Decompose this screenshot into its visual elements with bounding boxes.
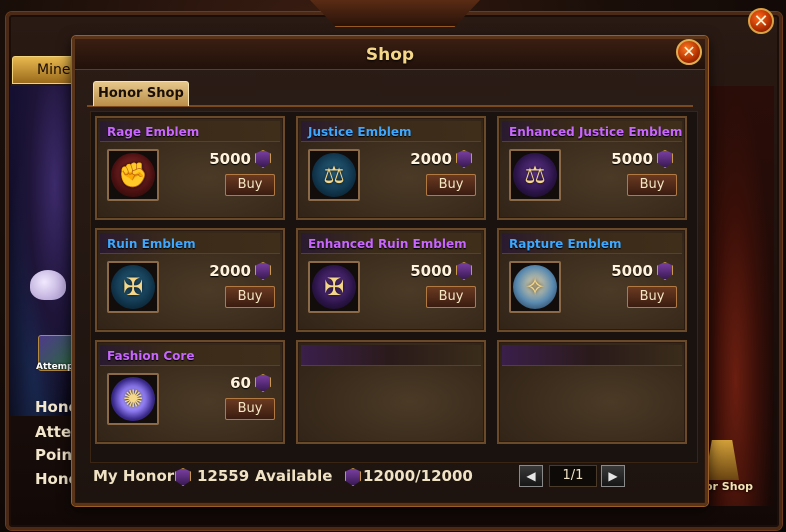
shop-item-card: Fashion Core ✺ 60 Buy [95,340,285,444]
tab-row: Honor Shop [87,77,693,107]
buy-button[interactable]: Buy [627,286,677,308]
item-icon-frame[interactable]: ✠ [107,261,159,313]
tab-honor-shop[interactable]: Honor Shop [93,81,189,106]
my-honor-value: 12559 [197,467,250,485]
item-icon-frame[interactable]: ✠ [308,261,360,313]
available-value: 12000/12000 [363,467,473,485]
item-price: 2000 [209,262,251,280]
item-name: Rapture Emblem [509,237,622,251]
honor-currency-icon [345,468,361,486]
shop-title: Shop [365,45,415,65]
honor-currency-icon [255,150,271,168]
item-icon-background: ✧ [513,265,557,309]
item-price: 5000 [209,150,251,168]
honor-currency-icon [657,262,673,280]
honor-currency-icon [255,262,271,280]
background-label-points: Poin [35,446,73,464]
item-icon-background: ✊ [111,153,155,197]
fashion-core-icon: ✺ [122,385,144,413]
page-prev-button[interactable]: ◀ [519,465,543,487]
shop-item-card: Enhanced Ruin Emblem ✠ 5000 Buy [296,228,486,332]
item-icon-background: ✺ [111,377,155,421]
buy-button[interactable]: Buy [225,174,275,196]
item-icon-frame[interactable]: ✺ [107,373,159,425]
rapture-emblem-icon: ✧ [524,273,546,301]
item-icon-frame[interactable]: ⚖ [308,149,360,201]
item-icon-background: ⚖ [513,153,557,197]
item-price: 60 [230,374,251,392]
shop-close-button[interactable]: ✕ [676,39,702,65]
buy-button[interactable]: Buy [225,398,275,420]
shop-footer: My Honor 12559 Available 12000/12000 ◀ 1… [93,461,693,491]
page-next-button[interactable]: ▶ [601,465,625,487]
shop-dialog: Shop ✕ Honor Shop Rage Emblem ✊ 5000 Buy Jus… [72,36,708,506]
item-icon-background: ✠ [312,265,356,309]
honor-currency-icon [456,150,472,168]
shop-item-card: Rage Emblem ✊ 5000 Buy [95,116,285,220]
item-name: Rage Emblem [107,125,200,139]
honor-currency-icon [657,150,673,168]
shop-item-card: Justice Emblem ⚖ 2000 Buy [296,116,486,220]
items-grid: Rage Emblem ✊ 5000 Buy Justice Emblem ⚖ 2000 Bu… [90,111,698,463]
item-price: 2000 [410,150,452,168]
ruin-emblem-icon: ✠ [122,273,144,301]
empty-item-slot [296,340,486,444]
buy-button[interactable]: Buy [225,286,275,308]
empty-slot-bar [502,345,682,366]
item-name: Fashion Core [107,349,195,363]
top-ornament [310,0,480,27]
item-name: Justice Emblem [308,125,412,139]
item-price: 5000 [611,262,653,280]
item-name: Enhanced Justice Emblem [509,125,683,139]
rage-emblem-icon: ✊ [118,161,148,189]
item-price: 5000 [410,262,452,280]
enhanced-ruin-emblem-icon: ✠ [323,273,345,301]
buy-button[interactable]: Buy [426,286,476,308]
ghost-hand-icon [30,270,66,300]
honor-currency-icon [255,374,271,392]
shop-item-card: Ruin Emblem ✠ 2000 Buy [95,228,285,332]
item-name: Enhanced Ruin Emblem [308,237,467,251]
item-icon-frame[interactable]: ⚖ [509,149,561,201]
honor-currency-icon [456,262,472,280]
buy-button[interactable]: Buy [627,174,677,196]
justice-emblem-icon: ⚖ [323,161,345,189]
honor-currency-icon [175,468,191,486]
item-icon-frame[interactable]: ✧ [509,261,561,313]
background-tab[interactable]: Mine [12,56,76,84]
item-name: Ruin Emblem [107,237,196,251]
shop-item-card: Enhanced Justice Emblem ⚖ 5000 Buy [497,116,687,220]
shop-header: Shop [75,39,705,70]
item-icon-background: ⚖ [312,153,356,197]
background-close-button[interactable]: ✕ [748,8,774,34]
page-indicator: 1/1 [549,465,597,487]
item-price: 5000 [611,150,653,168]
item-icon-background: ✠ [111,265,155,309]
enhanced-justice-emblem-icon: ⚖ [524,161,546,189]
item-icon-frame[interactable]: ✊ [107,149,159,201]
honor-shop-entry-label[interactable]: or Shop [705,480,753,493]
available-label: Available [255,467,333,485]
attempt-label: Attemp [36,362,74,372]
shop-item-card: Rapture Emblem ✧ 5000 Buy [497,228,687,332]
buy-button[interactable]: Buy [426,174,476,196]
empty-item-slot [497,340,687,444]
my-honor-label: My Honor [93,467,175,485]
empty-slot-bar [301,345,481,366]
